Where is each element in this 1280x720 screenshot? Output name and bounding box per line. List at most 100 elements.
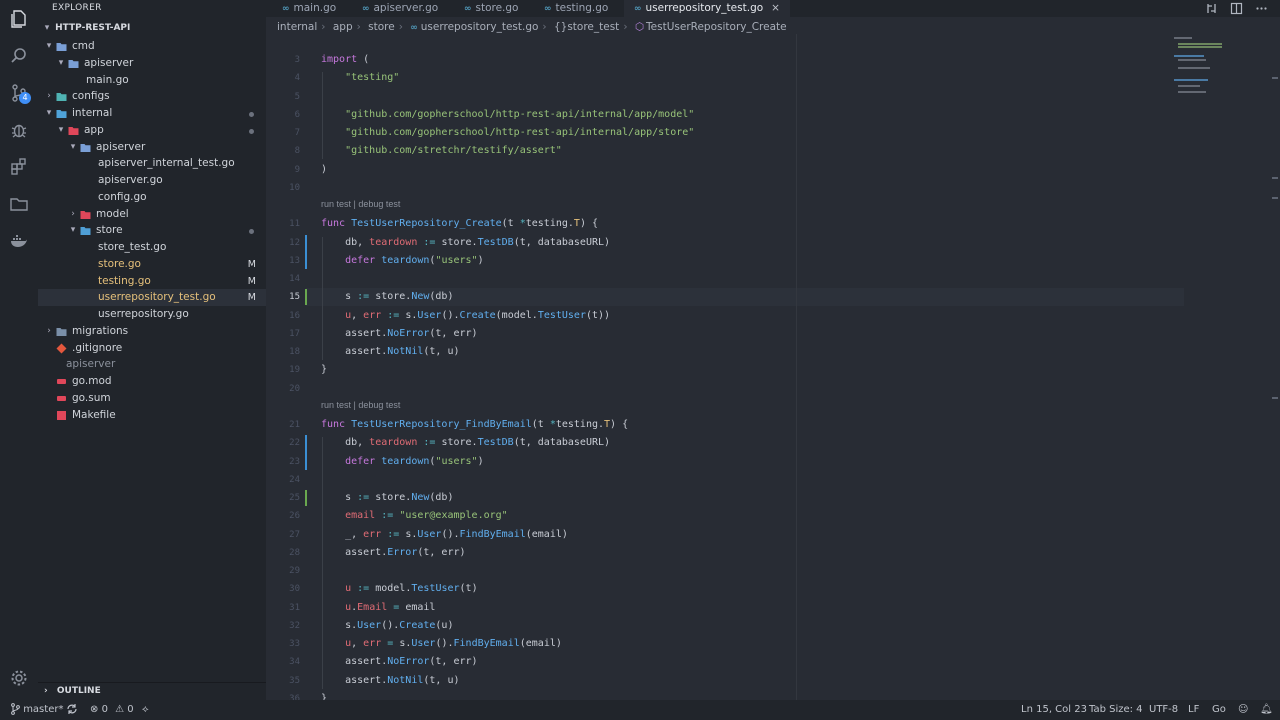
editor-tab[interactable]: ∞ userrepository_test.go × bbox=[624, 0, 790, 17]
extensions-icon[interactable] bbox=[0, 148, 38, 185]
makefile-icon bbox=[56, 410, 67, 421]
tree-file[interactable]: userrepository_test.go M bbox=[38, 289, 266, 307]
tree-file[interactable]: Makefile bbox=[38, 407, 266, 424]
branch-indicator[interactable]: master* bbox=[10, 700, 63, 720]
error-icon: ⊗ bbox=[90, 704, 99, 715]
tree-item-label: configs bbox=[72, 90, 110, 103]
code-line[interactable]: } bbox=[321, 364, 327, 375]
tree-file[interactable]: apiserver bbox=[38, 356, 266, 373]
editor-tab[interactable]: ∞ store.go bbox=[454, 0, 528, 17]
code-area[interactable]: 3 import (4 "testing" 5 6 "github.com/gophe… bbox=[266, 17, 1280, 704]
line-number: 22 bbox=[289, 438, 300, 449]
tree-folder[interactable]: › migrations bbox=[38, 323, 266, 340]
search-icon[interactable] bbox=[0, 37, 38, 74]
tree-file[interactable]: config.go bbox=[38, 189, 266, 206]
tree-folder[interactable]: ▾ apiserver bbox=[38, 55, 266, 72]
line-number: 13 bbox=[289, 255, 300, 266]
split-editor-icon[interactable] bbox=[1230, 2, 1243, 15]
line-number: 8 bbox=[294, 146, 300, 157]
code-line[interactable]: u := model.TestUser(t) bbox=[321, 583, 478, 594]
tree-file[interactable]: apiserver.go bbox=[38, 172, 266, 189]
code-line[interactable]: assert.NotNil(t, u) bbox=[321, 346, 459, 357]
editor-actions bbox=[1205, 2, 1268, 15]
notifications-bell-icon[interactable]: 🔔︎ bbox=[1260, 700, 1273, 720]
chevron-down-icon: ▾ bbox=[70, 225, 76, 236]
vertical-scrollbar[interactable] bbox=[1270, 37, 1280, 697]
code-line[interactable]: assert.NoError(t, err) bbox=[321, 656, 477, 667]
code-line[interactable]: defer teardown("users") bbox=[321, 255, 484, 266]
code-line[interactable]: "github.com/gopherschool/http-rest-api/i… bbox=[321, 127, 694, 138]
cursor-position[interactable]: Ln 15, Col 23 bbox=[1021, 700, 1087, 720]
code-line[interactable]: u.Email = email bbox=[321, 602, 435, 613]
code-line[interactable]: db, teardown := store.TestDB(t, database… bbox=[321, 437, 610, 448]
tree-file[interactable]: go.sum bbox=[38, 390, 266, 407]
tree-file[interactable]: userrepository.go bbox=[38, 306, 266, 323]
sync-icon[interactable] bbox=[66, 700, 78, 720]
code-line[interactable]: email := "user@example.org" bbox=[321, 510, 508, 521]
tree-folder[interactable]: › model bbox=[38, 206, 266, 223]
line-number: 4 bbox=[294, 73, 300, 84]
code-line[interactable]: s := store.New(db) bbox=[321, 492, 453, 503]
editor-pane[interactable]: internal › app › store › ∞ userrepository_te… bbox=[266, 17, 1280, 704]
line-number: 34 bbox=[289, 657, 300, 668]
problems-indicator[interactable]: ⊗ 0 ⚠ 0 bbox=[90, 700, 134, 720]
chevron-down-icon: ▾ bbox=[46, 108, 52, 118]
code-line[interactable]: db, teardown := store.TestDB(t, database… bbox=[321, 237, 610, 248]
code-line[interactable]: import ( bbox=[321, 54, 369, 65]
line-ending[interactable]: LF bbox=[1188, 700, 1199, 720]
settings-gear-icon[interactable] bbox=[0, 659, 38, 696]
tree-folder[interactable]: ▾ store bbox=[38, 222, 266, 239]
editor-tab[interactable]: ∞ apiserver.go bbox=[352, 0, 448, 17]
code-line[interactable]: defer teardown("users") bbox=[321, 456, 484, 467]
editor-tab[interactable]: ∞ testing.go bbox=[534, 0, 618, 17]
tree-file[interactable]: main.go bbox=[38, 72, 266, 89]
minimap[interactable] bbox=[1174, 37, 1234, 117]
debug-icon[interactable] bbox=[0, 111, 38, 148]
compare-changes-icon[interactable] bbox=[1205, 2, 1218, 15]
code-line[interactable]: "testing" bbox=[321, 72, 399, 83]
tree-file[interactable]: store.go M bbox=[38, 256, 266, 273]
tree-folder[interactable]: ▾ cmd bbox=[38, 38, 266, 55]
code-line[interactable]: "github.com/gopherschool/http-rest-api/i… bbox=[321, 109, 694, 120]
code-line[interactable]: assert.NotNil(t, u) bbox=[321, 675, 459, 686]
tree-file[interactable]: .gitignore bbox=[38, 340, 266, 357]
codelens-run-debug[interactable]: run test | debug test bbox=[321, 199, 400, 209]
more-actions-icon[interactable] bbox=[1255, 2, 1268, 15]
close-icon[interactable]: × bbox=[771, 0, 780, 17]
tree-folder[interactable]: › configs bbox=[38, 88, 266, 105]
tab-size[interactable]: Tab Size: 4 bbox=[1089, 700, 1143, 720]
feedback-icon[interactable]: ☺ bbox=[1238, 700, 1248, 720]
code-line[interactable]: assert.NoError(t, err) bbox=[321, 328, 477, 339]
code-line[interactable]: _, err := s.User().FindByEmail(email) bbox=[321, 529, 568, 540]
tree-file[interactable]: testing.go M bbox=[38, 273, 266, 290]
code-line[interactable]: s.User().Create(u) bbox=[321, 620, 453, 631]
files-icon[interactable] bbox=[0, 0, 38, 37]
changes-dot bbox=[249, 112, 254, 117]
tree-folder[interactable]: ▾ app bbox=[38, 122, 266, 139]
tree-file[interactable]: apiserver_internal_test.go bbox=[38, 155, 266, 172]
code-line[interactable]: "github.com/stretchr/testify/assert" bbox=[321, 145, 562, 156]
source-control-icon[interactable]: 4 bbox=[0, 74, 38, 111]
folder-icon[interactable] bbox=[0, 185, 38, 222]
chevron-down-icon: ▾ bbox=[58, 124, 64, 135]
code-line[interactable]: u, err = s.User().FindByEmail(email) bbox=[321, 638, 562, 649]
editor-tabs: ∞ main.go ∞ apiserver.go ∞ store.go ∞ testing.g… bbox=[266, 0, 1280, 17]
code-line[interactable]: s := store.New(db) bbox=[321, 291, 453, 302]
tree-folder[interactable]: ▾ internal bbox=[38, 105, 266, 122]
docker-icon[interactable] bbox=[0, 222, 38, 259]
tree-file[interactable]: store_test.go bbox=[38, 239, 266, 256]
language-mode[interactable]: Go bbox=[1212, 700, 1226, 720]
tree-folder[interactable]: ▾ apiserver bbox=[38, 139, 266, 156]
gutter-change-marker bbox=[305, 289, 307, 306]
editor-tab[interactable]: ∞ main.go bbox=[272, 0, 346, 17]
code-line[interactable]: assert.Error(t, err) bbox=[321, 547, 465, 558]
code-line[interactable]: u, err := s.User().Create(model.TestUser… bbox=[321, 310, 610, 321]
code-line[interactable]: func TestUserRepository_Create(t *testin… bbox=[321, 218, 598, 229]
outline-section[interactable]: › OUTLINE bbox=[38, 682, 272, 700]
encoding[interactable]: UTF-8 bbox=[1149, 700, 1178, 720]
code-line[interactable]: func TestUserRepository_FindByEmail(t *t… bbox=[321, 419, 628, 430]
tree-file[interactable]: go.mod bbox=[38, 373, 266, 390]
live-share-icon[interactable]: ⟡ bbox=[142, 700, 149, 720]
codelens-run-debug[interactable]: run test | debug test bbox=[321, 400, 400, 410]
code-line[interactable]: ) bbox=[321, 164, 327, 175]
